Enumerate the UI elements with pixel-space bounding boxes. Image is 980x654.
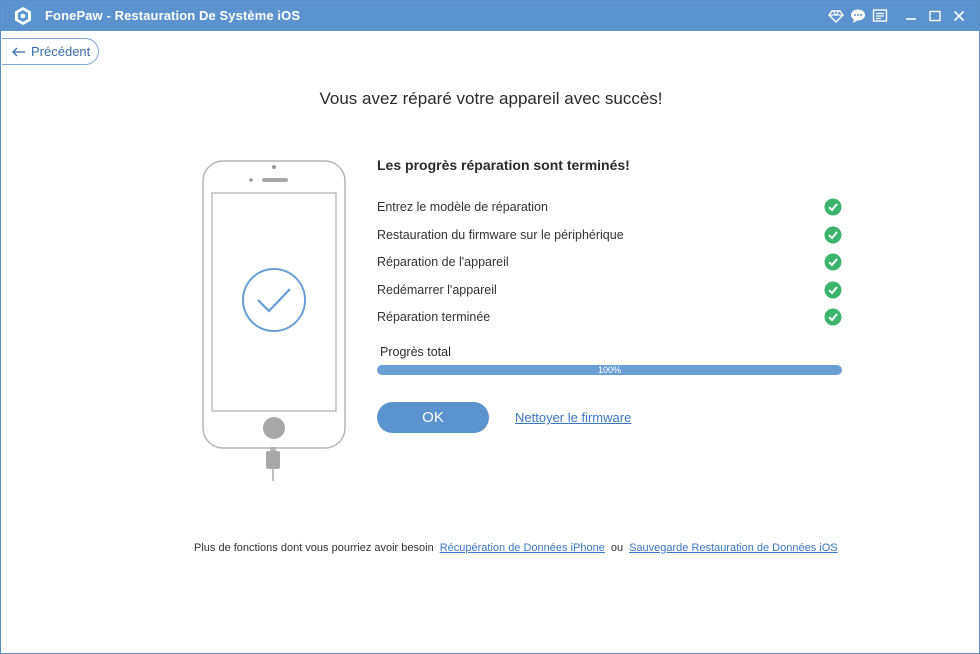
title-bar: FonePaw - Restauration De Système iOS <box>1 1 979 31</box>
arrow-left-icon <box>12 47 25 57</box>
step-label: Réparation terminée <box>377 310 491 324</box>
ios-backup-restore-link[interactable]: Sauvegarde Restauration de Données iOS <box>629 542 838 554</box>
success-check-icon <box>242 268 306 332</box>
list-item: Réparation terminée <box>377 303 843 331</box>
close-icon[interactable] <box>951 8 967 24</box>
chat-icon[interactable] <box>850 8 866 24</box>
check-circle-icon <box>824 253 842 271</box>
ok-button[interactable]: OK <box>377 402 489 433</box>
check-circle-icon <box>824 226 842 243</box>
step-label: Entrez le modèle de réparation <box>377 200 548 214</box>
list-item: Entrez le modèle de réparation <box>377 193 843 221</box>
progress-panel-title: Les progrès réparation sont terminés! <box>377 157 630 173</box>
diamond-icon[interactable] <box>828 8 844 24</box>
app-logo-icon <box>15 7 31 25</box>
back-button[interactable]: Précédent <box>2 38 99 65</box>
step-label: Redémarrer l'appareil <box>377 282 497 297</box>
footer-text: Plus de fonctions dont vous pourriez avo… <box>194 542 434 554</box>
maximize-icon[interactable] <box>927 8 943 24</box>
window-title: FonePaw - Restauration De Système iOS <box>45 8 301 23</box>
step-label: Réparation de l'appareil <box>377 255 509 269</box>
check-circle-icon <box>824 281 842 298</box>
list-item: Réparation de l'appareil <box>377 248 843 276</box>
check-circle-icon <box>824 308 842 326</box>
footer: Plus de fonctions dont vous pourriez avo… <box>194 542 838 554</box>
page-headline: Vous avez réparé votre appareil avec suc… <box>319 89 663 108</box>
minimize-icon[interactable] <box>903 8 919 24</box>
app-window: FonePaw - Restauration De Système iOS Pr… <box>0 0 980 654</box>
back-button-label: Précédent <box>31 44 91 59</box>
list-item: Redémarrer l'appareil <box>377 276 843 304</box>
footer-separator: ou <box>610 542 624 554</box>
iphone-data-recovery-link[interactable]: Récupération de Données iPhone <box>440 542 605 554</box>
progress-percent: 100% <box>597 365 622 375</box>
step-label: Restauration du firmware sur le périphér… <box>377 227 624 242</box>
check-circle-icon <box>824 198 842 216</box>
repair-steps-list: Entrez le modèle de réparation Restaurat… <box>377 193 843 331</box>
clean-firmware-link[interactable]: Nettoyer le firmware <box>515 410 631 425</box>
feedback-icon[interactable] <box>872 8 888 24</box>
cable-icon <box>266 447 280 481</box>
list-item: Restauration du firmware sur le périphér… <box>377 221 843 249</box>
total-progress-label: Progrès total <box>380 345 451 359</box>
